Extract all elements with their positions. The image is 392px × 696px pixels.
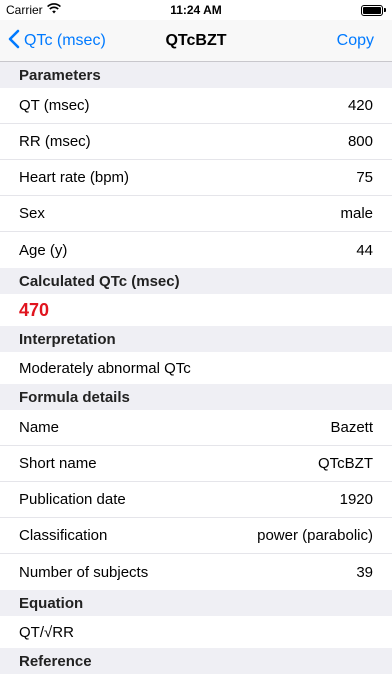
row-label: RR (msec): [19, 133, 91, 150]
battery-icon: [361, 4, 386, 16]
carrier-label: Carrier: [6, 3, 43, 17]
row-label: Short name: [19, 455, 97, 472]
row-value: 1920: [339, 491, 373, 508]
section-header-calculated: Calculated QTc (msec): [0, 268, 392, 294]
row-value: male: [340, 205, 373, 222]
row-label: Name: [19, 419, 60, 436]
details-list: Parameters QT (msec) 420 RR (msec) 800 H…: [0, 62, 392, 674]
status-bar: Carrier 11:24 AM: [0, 0, 392, 20]
row-label: Classification: [19, 527, 108, 544]
status-left: Carrier: [6, 3, 61, 17]
row-value: QTcBZT: [318, 455, 373, 472]
calculated-qtc-value: 470: [19, 299, 50, 320]
copy-button[interactable]: Copy: [337, 20, 374, 62]
parameter-row-qt: QT (msec) 420: [0, 88, 392, 124]
chevron-left-icon: [8, 29, 20, 54]
section-header-equation: Equation: [0, 590, 392, 616]
row-label: Heart rate (bpm): [19, 169, 130, 186]
navigation-bar: QTc (msec) QTcBZT Copy: [0, 20, 392, 62]
row-value: 75: [356, 169, 373, 186]
formula-row-name: Name Bazett: [0, 410, 392, 446]
row-value: 44: [356, 241, 373, 259]
section-header-formula: Formula details: [0, 384, 392, 410]
interpretation-text: Moderately abnormal QTc: [19, 359, 191, 377]
row-value: power (parabolic): [257, 527, 373, 544]
row-value: Bazett: [330, 419, 373, 436]
back-button[interactable]: QTc (msec): [8, 20, 106, 62]
section-header-interpretation: Interpretation: [0, 326, 392, 352]
parameter-row-heart-rate: Heart rate (bpm) 75: [0, 160, 392, 196]
formula-row-publication-date: Publication date 1920: [0, 482, 392, 518]
row-label: Sex: [19, 205, 45, 222]
equation-text: QT/√RR: [19, 623, 74, 641]
row-value: 800: [347, 133, 373, 150]
row-label: Number of subjects: [19, 563, 149, 581]
back-button-label: QTc (msec): [24, 32, 106, 49]
row-label: Publication date: [19, 491, 126, 508]
formula-row-short-name: Short name QTcBZT: [0, 446, 392, 482]
section-header-parameters: Parameters: [0, 62, 392, 88]
row-label: Age (y): [19, 241, 68, 259]
row-value: 420: [347, 97, 373, 114]
parameter-row-sex: Sex male: [0, 196, 392, 232]
formula-row-classification: Classification power (parabolic): [0, 518, 392, 554]
row-label: QT (msec): [19, 97, 90, 114]
wifi-icon: [46, 3, 61, 17]
parameter-row-rr: RR (msec) 800: [0, 124, 392, 160]
row-value: 39: [356, 563, 373, 581]
parameter-row-age: Age (y) 44: [0, 232, 392, 268]
formula-row-number-of-subjects: Number of subjects 39: [0, 554, 392, 590]
section-header-reference: Reference: [0, 648, 392, 674]
